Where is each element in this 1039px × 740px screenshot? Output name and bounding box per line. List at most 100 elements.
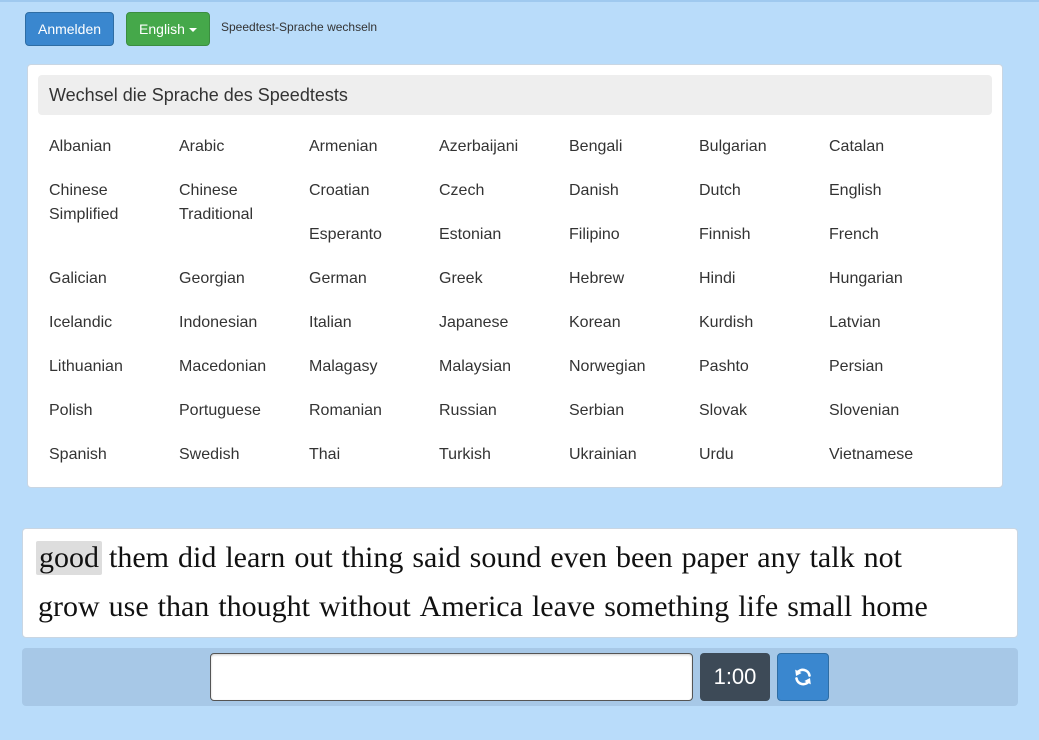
language-option-greek[interactable]: Greek — [439, 267, 569, 291]
language-option-thai[interactable]: Thai — [309, 443, 439, 467]
language-row: Lithuanian Macedonian Malagasy Malaysian Nor… — [49, 355, 959, 379]
language-row: Spanish Swedish Thai Turkish Ukrainian Urdu Vi… — [49, 443, 959, 467]
language-option-macedonian[interactable]: Macedonian — [179, 355, 309, 379]
language-hint: Speedtest-Sprache wechseln — [221, 20, 378, 34]
typing-word: grow — [38, 590, 100, 623]
language-option-indonesian[interactable]: Indonesian — [179, 311, 309, 335]
language-option-malaysian[interactable]: Malaysian — [439, 355, 569, 379]
typing-word: said — [412, 541, 461, 574]
typing-word: sound — [469, 541, 542, 574]
language-option-chinese-traditional[interactable]: Chinese Traditional — [179, 179, 309, 227]
language-option-latvian[interactable]: Latvian — [829, 311, 959, 335]
typing-line-1: good them did learn out thing said sound even bee… — [36, 541, 909, 575]
language-option-armenian[interactable]: Armenian — [309, 135, 439, 159]
language-option-lithuanian[interactable]: Lithuanian — [49, 355, 179, 379]
language-option-pashto[interactable]: Pashto — [699, 355, 829, 379]
typing-word: them — [109, 541, 169, 574]
language-option-slovak[interactable]: Slovak — [699, 399, 829, 423]
language-option-swedish[interactable]: Swedish — [179, 443, 309, 467]
language-row: Polish Portuguese Romanian Russian Serbian Sl… — [49, 399, 959, 423]
current-word: good — [36, 541, 102, 575]
language-option-persian[interactable]: Persian — [829, 355, 959, 379]
typing-word: did — [178, 541, 217, 574]
language-option-hebrew[interactable]: Hebrew — [569, 267, 699, 291]
language-option-estonian[interactable]: Estonian — [439, 223, 569, 247]
language-option-catalan[interactable]: Catalan — [829, 135, 959, 159]
login-button-label: Anmelden — [37, 21, 102, 37]
language-option-serbian[interactable]: Serbian — [569, 399, 699, 423]
language-option-norwegian[interactable]: Norwegian — [569, 355, 699, 379]
language-option-czech[interactable]: Czech — [439, 179, 569, 203]
language-option-esperanto[interactable]: Esperanto — [309, 223, 439, 247]
language-option-arabic[interactable]: Arabic — [179, 135, 309, 159]
language-option-kurdish[interactable]: Kurdish — [699, 311, 829, 335]
language-option-croatian[interactable]: Croatian — [309, 179, 439, 203]
language-option-albanian[interactable]: Albanian — [49, 135, 179, 159]
language-option-korean[interactable]: Korean — [569, 311, 699, 335]
language-option-danish[interactable]: Danish — [569, 179, 699, 203]
language-option-dutch[interactable]: Dutch — [699, 179, 829, 203]
timer-display: 1:00 — [700, 653, 770, 701]
language-option-italian[interactable]: Italian — [309, 311, 439, 335]
language-option-bulgarian[interactable]: Bulgarian — [699, 135, 829, 159]
language-option-english[interactable]: English — [829, 179, 959, 203]
reload-button[interactable] — [777, 653, 829, 701]
typing-word: out — [294, 541, 333, 574]
language-option-filipino[interactable]: Filipino — [569, 223, 699, 247]
typing-word: America — [419, 590, 523, 623]
language-option-chinese-simplified[interactable]: Chinese Simplified — [49, 179, 179, 227]
language-option-hindi[interactable]: Hindi — [699, 267, 829, 291]
language-option-ukrainian[interactable]: Ukrainian — [569, 443, 699, 467]
typing-word: paper — [681, 541, 749, 574]
language-option-malagasy[interactable]: Malagasy — [309, 355, 439, 379]
refresh-icon — [795, 668, 811, 686]
language-option-finnish[interactable]: Finnish — [699, 223, 829, 247]
language-option-polish[interactable]: Polish — [49, 399, 179, 423]
typing-word: than — [157, 590, 210, 623]
language-option-urdu[interactable]: Urdu — [699, 443, 829, 467]
typing-word: even — [550, 541, 607, 574]
language-option-japanese[interactable]: Japanese — [439, 311, 569, 335]
typing-word: thought — [218, 590, 310, 623]
typing-word: not — [863, 541, 902, 574]
language-option-turkish[interactable]: Turkish — [439, 443, 569, 467]
language-row: Esperanto Estonian Filipino Finnish French — [49, 223, 959, 247]
typing-word: learn — [225, 541, 286, 574]
language-dropdown-label: English — [139, 21, 185, 37]
language-panel: Wechsel die Sprache des Speedtests Alban… — [27, 64, 1003, 488]
language-option-german[interactable]: German — [309, 267, 439, 291]
typing-text-box: good them did learn out thing said sound even bee… — [22, 528, 1018, 638]
typing-input[interactable] — [210, 653, 693, 701]
login-button[interactable]: Anmelden — [25, 12, 114, 46]
typing-word: without — [318, 590, 411, 623]
language-option-georgian[interactable]: Georgian — [179, 267, 309, 291]
language-option-bengali[interactable]: Bengali — [569, 135, 699, 159]
language-option-galician[interactable]: Galician — [49, 267, 179, 291]
language-panel-title: Wechsel die Sprache des Speedtests — [38, 75, 992, 115]
language-row: Galician Georgian German Greek Hebrew Hindi Hu… — [49, 267, 959, 291]
language-option-spanish[interactable]: Spanish — [49, 443, 179, 467]
language-option-french[interactable]: French — [829, 223, 959, 247]
typing-word: home — [861, 590, 928, 623]
language-option-romanian[interactable]: Romanian — [309, 399, 439, 423]
typing-word: life — [738, 590, 779, 623]
language-option-icelandic[interactable]: Icelandic — [49, 311, 179, 335]
typing-controls: 1:00 — [22, 648, 1018, 706]
typing-word: talk — [809, 541, 855, 574]
language-option-vietnamese[interactable]: Vietnamese — [829, 443, 959, 467]
typing-word: thing — [341, 541, 404, 574]
language-option-slovenian[interactable]: Slovenian — [829, 399, 959, 423]
language-option-azerbaijani[interactable]: Azerbaijani — [439, 135, 569, 159]
typing-word: been — [615, 541, 673, 574]
language-option-russian[interactable]: Russian — [439, 399, 569, 423]
language-option-hungarian[interactable]: Hungarian — [829, 267, 959, 291]
typing-word: something — [604, 590, 730, 623]
language-row: Albanian Arabic Armenian Azerbaijani Bengali… — [49, 135, 959, 159]
typing-word: leave — [531, 590, 596, 623]
language-row: Chinese Simplified Chinese Traditional Cro… — [49, 179, 959, 227]
typing-word: use — [108, 590, 149, 623]
caret-down-icon — [188, 28, 197, 32]
language-dropdown-button[interactable]: English — [126, 12, 210, 46]
language-option-portuguese[interactable]: Portuguese — [179, 399, 309, 423]
typing-word: small — [787, 590, 853, 623]
